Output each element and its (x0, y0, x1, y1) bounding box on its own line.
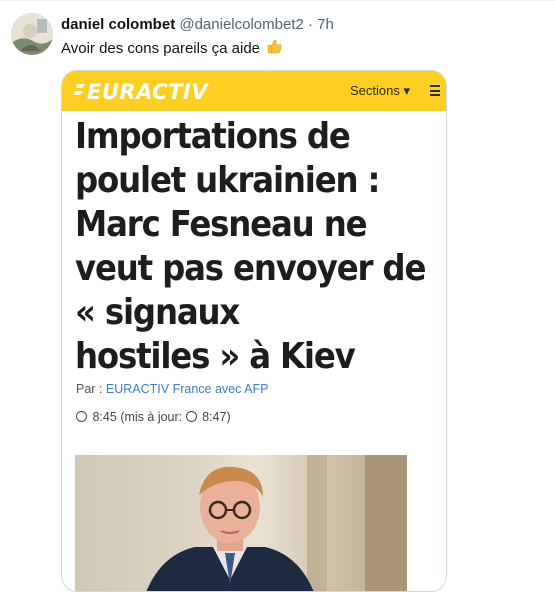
divider (0, 0, 555, 1)
clock-icon (76, 411, 87, 422)
euractiv-logo[interactable]: EURACTIV (74, 79, 234, 108)
site-header: EURACTIV Sections ▾ (62, 71, 446, 111)
article-times: 8:45 (mis à jour: 8:47) (76, 410, 231, 424)
byline-author-link[interactable]: EURACTIV France avec AFP (106, 382, 269, 396)
headline-line: hostiles » à Kiev (75, 336, 356, 377)
article-headline[interactable]: Importations de poulet ukrainien : Marc … (75, 115, 426, 379)
tweet-text-content: Avoir des cons pareils ça aide (61, 40, 260, 57)
article-photo[interactable] (75, 455, 407, 591)
thumbs-up-icon (266, 38, 283, 61)
tweet-text: Avoir des cons pareils ça aide (61, 38, 283, 61)
byline: Par : EURACTIV France avec AFP (76, 382, 268, 396)
tweet-header: daniel colombet @danielcolombet2 · 7h (61, 15, 334, 35)
author-name[interactable]: daniel colombet (61, 16, 175, 33)
time-updated: 8:47) (202, 410, 231, 424)
time-published: 8:45 (92, 410, 117, 424)
clock-icon (185, 411, 197, 422)
sections-menu[interactable]: Sections ▾ (350, 83, 410, 99)
headline-line: Marc Fesneau ne (75, 204, 368, 245)
time-updated-label: (mis à jour: (120, 410, 183, 424)
tweet-time[interactable]: 7h (317, 16, 334, 33)
headline-line: veut pas envoyer de (75, 248, 426, 289)
headline-line: Importations de (75, 116, 351, 157)
brand-text: EURACTIV (87, 80, 209, 103)
author-handle[interactable]: @danielcolombet2 (179, 16, 303, 33)
byline-prefix: Par : (76, 382, 103, 396)
hamburger-menu-icon[interactable] (430, 85, 440, 99)
avatar[interactable] (11, 13, 53, 55)
separator: · (308, 16, 313, 33)
headline-line: poulet ukrainien : (75, 160, 380, 201)
headline-line: « signaux (75, 292, 240, 333)
link-card[interactable]: EURACTIV Sections ▾ Importations de poul… (61, 70, 447, 592)
